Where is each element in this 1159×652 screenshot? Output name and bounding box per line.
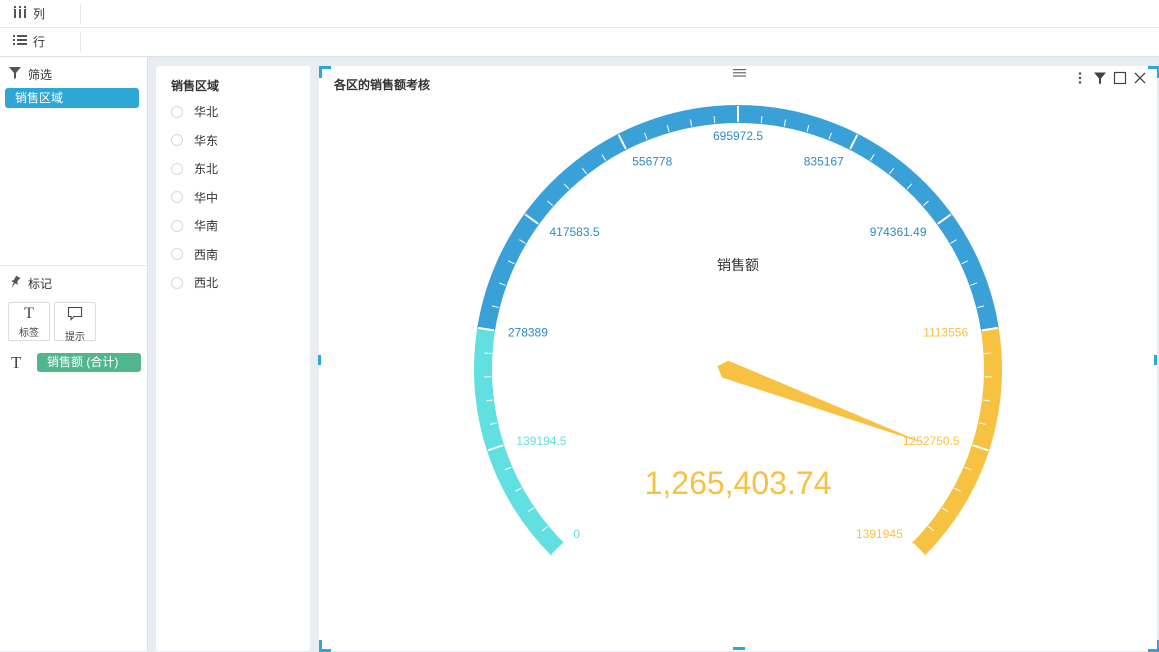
label-mark-caption: 标签	[9, 324, 49, 339]
gauge-tick-label: 1391945	[856, 527, 903, 541]
radio-button[interactable]	[171, 220, 183, 232]
radio-button[interactable]	[171, 106, 183, 118]
filter-option-label: 华东	[194, 132, 218, 149]
selection-corner	[319, 640, 331, 652]
filter-option[interactable]: 华东	[171, 132, 218, 149]
radio-button[interactable]	[171, 248, 183, 260]
shelf-divider	[80, 4, 81, 24]
filter-option[interactable]: 华北	[171, 103, 218, 120]
filter-pill[interactable]: 销售区域	[5, 88, 139, 108]
filter-section-title: 筛选	[9, 66, 52, 83]
filter-section-label: 筛选	[28, 66, 52, 83]
gauge-tick-label: 556778	[632, 154, 672, 168]
gauge-tick-label: 974361.49	[870, 225, 927, 239]
shelf-divider	[80, 32, 81, 52]
resize-handle-left[interactable]	[318, 355, 321, 365]
marks-section-label: 标记	[28, 275, 52, 292]
radio-button[interactable]	[171, 191, 183, 203]
rows-icon	[13, 34, 27, 49]
gauge-chart: 0 139194.5 278389 417583.5 556778 695972.5 835…	[319, 66, 1157, 651]
filter-panel-title: 销售区域	[171, 77, 219, 94]
selection-corner	[1148, 640, 1159, 652]
text-label-icon: T	[9, 306, 49, 322]
filter-option[interactable]: 华南	[171, 217, 218, 234]
gauge-tick-label: 278389	[508, 326, 548, 340]
filter-option-label: 西南	[194, 246, 218, 263]
selection-corner	[1148, 66, 1159, 78]
filter-option[interactable]: 西北	[171, 274, 218, 291]
gauge-minor-tick	[714, 116, 715, 123]
gauge-tick-label: 139194.5	[516, 434, 566, 448]
filter-panel: 销售区域 华北华东东北华中华南西南西北	[156, 66, 310, 651]
filter-option-label: 华中	[194, 189, 218, 206]
columns-icon	[13, 6, 27, 21]
gauge-tick-label: 1252750.5	[903, 434, 960, 448]
tooltip-mark-caption: 提示	[55, 328, 95, 343]
rows-label: 行	[33, 33, 45, 50]
gauge-tick-label: 417583.5	[549, 225, 599, 239]
gauge-tick-label: 835167	[804, 154, 844, 168]
text-type-icon: T	[11, 353, 21, 373]
pin-icon	[9, 276, 23, 292]
gauge-value: 1,265,403.74	[645, 465, 832, 501]
resize-handle-right[interactable]	[1154, 355, 1157, 365]
radio-button[interactable]	[171, 134, 183, 146]
section-divider	[0, 265, 147, 266]
filter-option-label: 华北	[194, 103, 218, 120]
gauge-minor-tick	[761, 116, 762, 123]
shelf-bar: 列 行	[0, 0, 1159, 57]
left-panel: 筛选 销售区域 标记 T 标签 提示 T 销售额 (合计)	[0, 57, 148, 651]
funnel-icon	[9, 67, 23, 82]
tooltip-icon	[55, 306, 95, 326]
filter-option[interactable]: 西南	[171, 246, 218, 263]
columns-label: 列	[33, 5, 45, 22]
gauge-title: 销售额	[717, 257, 759, 273]
filter-option[interactable]: 东北	[171, 160, 218, 177]
gauge-tick-label: 695972.5	[713, 129, 763, 143]
resize-handle-bottom[interactable]	[733, 647, 745, 650]
filter-option-label: 东北	[194, 160, 218, 177]
chart-panel: 各区的销售额考核 0139194.5278389417583.555677869…	[319, 66, 1157, 651]
filter-option-label: 华南	[194, 217, 218, 234]
marks-section-title: 标记	[9, 275, 52, 292]
filter-option[interactable]: 华中	[171, 189, 218, 206]
columns-shelf[interactable]: 列	[0, 0, 1159, 28]
gauge-tick-label: 0	[573, 527, 580, 541]
radio-button[interactable]	[171, 163, 183, 175]
gauge-pointer	[718, 361, 926, 444]
gauge-tick-label: 1113556	[923, 326, 968, 340]
selection-corner	[319, 66, 331, 78]
radio-button[interactable]	[171, 277, 183, 289]
tooltip-mark-button[interactable]: 提示	[54, 302, 96, 341]
label-mark-button[interactable]: T 标签	[8, 302, 50, 341]
filter-option-label: 西北	[194, 274, 218, 291]
measure-pill[interactable]: 销售额 (合计)	[37, 353, 141, 372]
rows-shelf[interactable]: 行	[0, 28, 1159, 55]
